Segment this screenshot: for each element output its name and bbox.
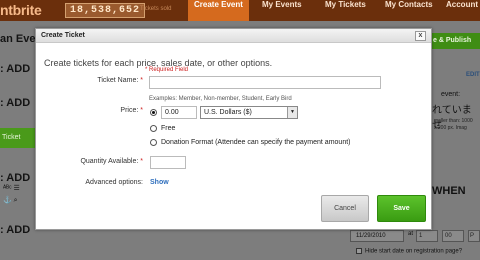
close-icon[interactable]: x — [415, 31, 426, 41]
hide-start-date-option[interactable]: Hide start date on registration page? — [356, 248, 462, 255]
tickets-sold-counter: 18,538,652 — [65, 3, 146, 18]
dialog-title: Create Ticket — [41, 32, 85, 39]
start-date-controls: 11/29/2010 at 1 00 P — [350, 230, 480, 242]
price-label: Price: * — [120, 107, 143, 114]
free-radio[interactable] — [150, 125, 157, 132]
currency-select[interactable]: U.S. Dollars ($) ▼ — [200, 106, 298, 119]
advanced-options-show-link[interactable]: Show — [150, 179, 169, 186]
nav-my-contacts[interactable]: My Contacts — [379, 0, 439, 21]
edit-link[interactable]: EDIT — [466, 72, 480, 78]
ticket-name-hint: Examples: Member, Non-member, Student, E… — [149, 96, 292, 102]
save-button[interactable]: Save — [377, 195, 426, 222]
quantity-label: Quantity Available: * — [80, 158, 143, 165]
page-heading: an Eve — [0, 33, 36, 45]
add-ticket-button[interactable]: Ticket — [0, 128, 36, 148]
create-ticket-dialog: Create Ticket x Create tickets for each … — [35, 28, 432, 230]
tickets-sold-label: Tickets sold — [140, 6, 172, 12]
chevron-down-icon[interactable]: ▼ — [287, 107, 297, 118]
hour-select[interactable]: 1 — [416, 230, 438, 242]
ampm-select[interactable]: P — [468, 230, 480, 242]
advanced-options-label: Advanced options: — [85, 179, 143, 186]
editor-toolbar[interactable]: ᴬᴮᶜ ☰ ⚓ ⌕ — [0, 183, 36, 209]
hide-start-date-checkbox[interactable] — [356, 248, 362, 254]
link-icon[interactable]: ⚓ ⌕ — [3, 195, 36, 207]
free-label: Free — [161, 125, 176, 132]
dialog-titlebar: Create Ticket x — [36, 29, 431, 43]
nav-create-event[interactable]: Create Event — [188, 0, 249, 21]
when-heading: WHEN — [432, 185, 466, 197]
currency-value: U.S. Dollars ($) — [204, 109, 252, 116]
event-label: event: — [441, 91, 461, 98]
nav-my-events[interactable]: My Events — [256, 0, 308, 21]
paid-price-radio[interactable] — [150, 109, 157, 116]
start-date-input[interactable]: 11/29/2010 — [350, 230, 404, 242]
ticket-name-input[interactable] — [149, 76, 381, 89]
minute-select[interactable]: 00 — [442, 230, 464, 242]
hide-start-date-label: Hide start date on registration page? — [365, 248, 463, 255]
section-heading: : ADD — [0, 63, 31, 75]
nav-account[interactable]: Account — [440, 0, 480, 21]
image-size-hint: x 200 px. Imag — [434, 125, 467, 131]
nav-my-tickets[interactable]: My Tickets — [319, 0, 372, 21]
quantity-input[interactable] — [150, 156, 186, 169]
donation-radio[interactable] — [150, 139, 157, 146]
at-label: at — [408, 231, 414, 237]
ticket-name-label: Ticket Name: * — [97, 77, 143, 84]
required-field-note: * Required Field — [145, 67, 189, 73]
image-size-hint: maller than: 1000 — [434, 118, 473, 124]
donation-label: Donation Format (Attendee can specify th… — [161, 139, 351, 146]
section-heading: : ADD — [0, 224, 31, 236]
cancel-button[interactable]: Cancel — [321, 195, 369, 222]
save-publish-button[interactable]: e & Publish — [428, 33, 480, 49]
top-nav-bar: ntbrite 18,538,652 Tickets sold Create E… — [0, 0, 480, 21]
logo: ntbrite — [0, 2, 42, 18]
price-input[interactable]: 0.00 — [161, 106, 197, 119]
